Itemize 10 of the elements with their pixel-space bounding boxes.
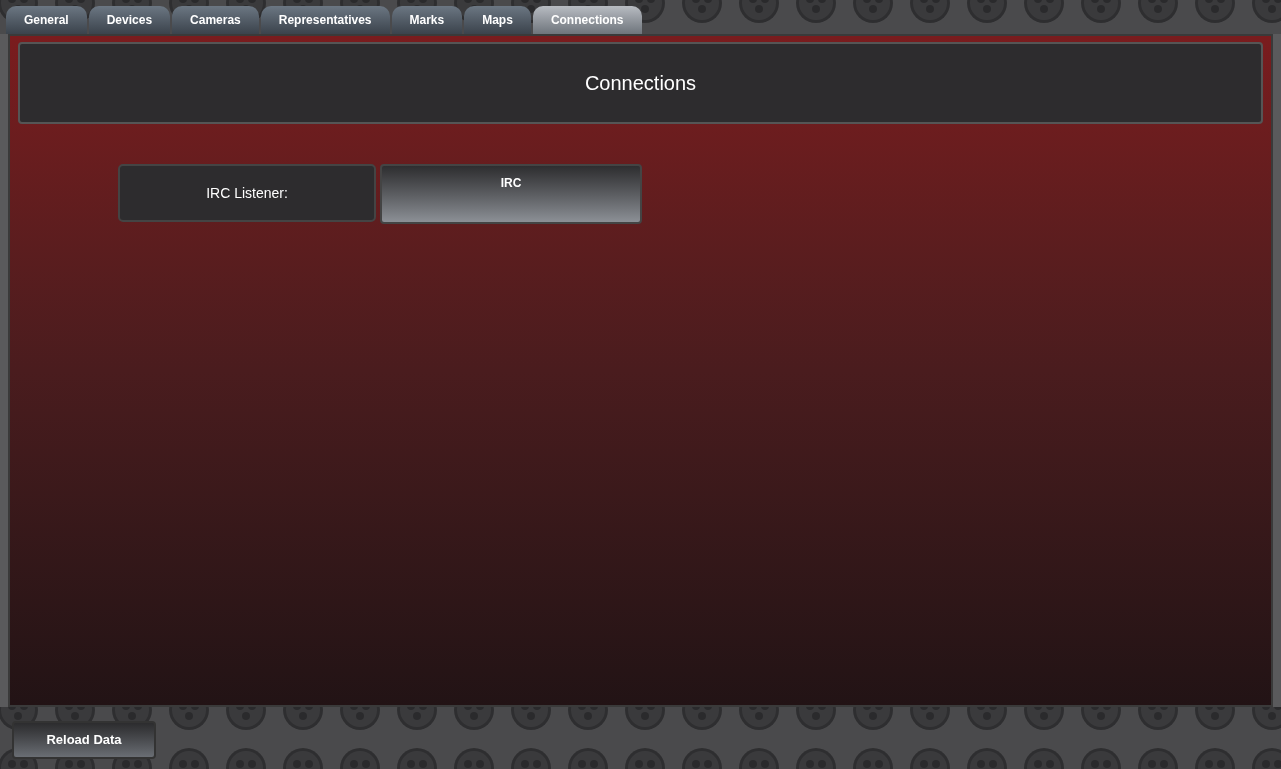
reload-data-button[interactable]: Reload Data	[12, 721, 156, 759]
tab[interactable]: Marks	[391, 6, 463, 34]
page-title: Connections	[584, 71, 697, 96]
setting-label: IRC Listener:	[118, 164, 376, 222]
tab[interactable]: Devices	[88, 6, 171, 34]
irc-button[interactable]: IRC	[380, 164, 642, 224]
tab[interactable]: Cameras	[172, 6, 259, 34]
tab[interactable]: Representatives	[260, 6, 390, 34]
tab[interactable]: General	[6, 6, 87, 34]
tab[interactable]: Maps	[464, 6, 531, 34]
